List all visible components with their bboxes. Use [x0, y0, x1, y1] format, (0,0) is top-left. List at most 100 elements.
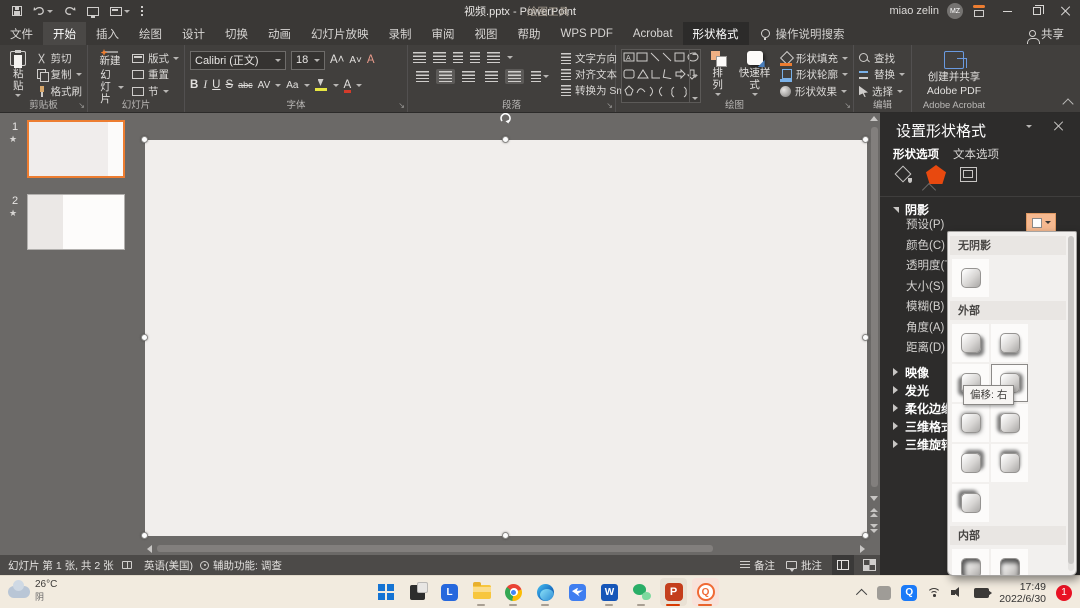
slide-sorter-view-button[interactable] [858, 555, 880, 575]
panel-close-icon[interactable] [1054, 121, 1064, 131]
shadow-preset-tile-1-5[interactable] [991, 404, 1028, 442]
resize-handle-top-right[interactable] [862, 136, 869, 143]
previous-slide-button[interactable] [870, 508, 879, 519]
shadow-preset-tile-1-0[interactable] [952, 324, 989, 362]
shadow-preset-tile-1-7[interactable] [991, 444, 1028, 482]
collapse-ribbon-icon[interactable] [1062, 98, 1074, 110]
taskbar-app-start[interactable] [372, 578, 399, 606]
drawing-dialog-launcher[interactable]: ↘ [844, 102, 851, 110]
arrange-button[interactable]: 排列 [706, 49, 729, 99]
shadow-preset-tile-0-0[interactable] [952, 259, 989, 297]
tab-draw[interactable]: 绘图 [129, 22, 172, 45]
distribute-button[interactable] [505, 69, 524, 84]
notification-badge[interactable]: 1 [1056, 584, 1072, 601]
notes-button[interactable]: 备注 [740, 555, 775, 575]
resize-handle-top-left[interactable] [141, 136, 148, 143]
copy-button[interactable]: 复制 [36, 67, 83, 83]
quick-styles-button[interactable]: 快速样式 [734, 49, 775, 99]
panel-section-1[interactable]: 发光 [893, 381, 953, 399]
tray-app-icon[interactable] [877, 585, 892, 600]
slide-thumbnail-2[interactable]: 2 ★ [0, 194, 140, 260]
dropdown-scrollbar[interactable] [1068, 236, 1074, 571]
resize-handle-middle-left[interactable] [141, 334, 148, 341]
vertical-scroll-thumb[interactable] [871, 127, 878, 487]
bullets-icon[interactable] [413, 52, 426, 63]
redo-icon[interactable] [64, 6, 76, 16]
save-icon[interactable] [12, 6, 22, 16]
numbering-icon[interactable] [433, 52, 446, 63]
resize-handle-middle-right[interactable] [862, 334, 869, 341]
accessibility-status[interactable]: 辅助功能: 调查 [200, 555, 282, 575]
language-indicator[interactable]: 英语(美国) [144, 555, 193, 575]
align-center-button[interactable] [436, 69, 455, 84]
character-spacing-button[interactable]: AV [258, 80, 271, 91]
rotation-handle[interactable] [498, 111, 513, 126]
panel-section-4[interactable]: 三维旋转 [893, 435, 953, 453]
font-dialog-launcher[interactable]: ↘ [398, 102, 405, 110]
weather-widget[interactable]: 26°C 阴 [8, 579, 57, 604]
tray-q-app-icon[interactable]: Q [901, 584, 918, 601]
panel-tab-shape-options[interactable]: 形状选项 [893, 146, 939, 162]
panel-tab-text-options[interactable]: 文本选项 [953, 146, 999, 162]
justify-button[interactable] [482, 69, 501, 84]
resize-handle-top-center[interactable] [502, 136, 509, 143]
italic-button[interactable]: I [203, 79, 207, 91]
volume-icon[interactable] [951, 587, 964, 598]
scroll-left-arrow[interactable] [147, 545, 152, 553]
tab-slideshow[interactable]: 幻灯片放映 [301, 22, 379, 45]
slide-1-preview[interactable] [27, 120, 125, 178]
taskbar-app-qchat[interactable]: Q [692, 578, 719, 606]
cut-button[interactable]: 剪切 [37, 51, 83, 66]
taskbar-app-ppt[interactable]: P [660, 578, 687, 606]
paste-button[interactable]: 粘贴 [5, 49, 32, 99]
increase-indent-icon[interactable] [470, 52, 480, 63]
shape-outline-button[interactable]: 形状轮廓 [780, 67, 848, 82]
panel-section-0[interactable]: 映像 [893, 363, 953, 381]
decrease-indent-icon[interactable] [453, 52, 463, 63]
tab-view[interactable]: 视图 [465, 22, 508, 45]
tab-record[interactable]: 录制 [379, 22, 422, 45]
clipboard-dialog-launcher[interactable]: ↘ [78, 102, 85, 110]
layout-icon[interactable] [110, 6, 130, 16]
resize-handle-bottom-center[interactable] [502, 532, 509, 539]
underline-button[interactable]: U [212, 79, 220, 91]
find-button[interactable]: 查找 [859, 51, 905, 66]
taskbar-app-bird[interactable] [564, 578, 591, 606]
comments-button[interactable]: 批注 [786, 555, 822, 575]
tray-overflow-icon[interactable] [856, 588, 868, 600]
taskbar-app-shield[interactable]: L [436, 578, 463, 606]
ribbon-display-options-icon[interactable] [973, 5, 987, 17]
taskbar-app-wechat[interactable] [628, 578, 655, 606]
minimize-button[interactable] [993, 0, 1022, 22]
shrink-font-button[interactable]: A˅ [349, 55, 362, 66]
resize-handle-bottom-right[interactable] [862, 532, 869, 539]
tab-help[interactable]: 帮助 [508, 22, 551, 45]
strikethrough-button[interactable]: S [225, 79, 233, 91]
shadow-preset-tile-1-6[interactable] [952, 444, 989, 482]
effects-tab-icon[interactable] [926, 165, 946, 184]
taskbar-app-edge[interactable] [532, 578, 559, 606]
slide-2-preview[interactable] [27, 194, 125, 250]
tab-insert[interactable]: 插入 [86, 22, 129, 45]
scroll-up-arrow[interactable] [870, 116, 878, 121]
new-slide-button[interactable]: 新建 幻灯片 [93, 49, 127, 105]
replace-button[interactable]: 替换 [859, 67, 905, 82]
panel-section-2[interactable]: 柔化边缘 [893, 399, 953, 417]
grow-font-button[interactable]: A˄ [330, 54, 344, 66]
normal-view-button[interactable] [832, 555, 854, 575]
shapes-gallery-scroll[interactable] [689, 50, 700, 102]
shadow-preset-tile-2-0[interactable] [952, 549, 989, 575]
font-color-button[interactable]: A [343, 79, 351, 93]
line-spacing-icon[interactable] [487, 52, 500, 63]
columns-button[interactable] [528, 69, 552, 84]
vertical-scrollbar[interactable] [869, 114, 880, 540]
tell-me-search[interactable]: 操作说明搜索 [760, 22, 845, 45]
tab-acrobat[interactable]: Acrobat [623, 22, 683, 45]
slide-thumbnail-1[interactable]: 1 ★ [0, 120, 140, 190]
horizontal-scrollbar[interactable] [145, 543, 867, 554]
share-button[interactable]: 共享 [1027, 22, 1080, 45]
slide-editing-canvas[interactable] [145, 140, 867, 536]
align-right-button[interactable] [459, 69, 478, 84]
camera-icon[interactable] [974, 587, 993, 598]
tab-design[interactable]: 设计 [172, 22, 215, 45]
